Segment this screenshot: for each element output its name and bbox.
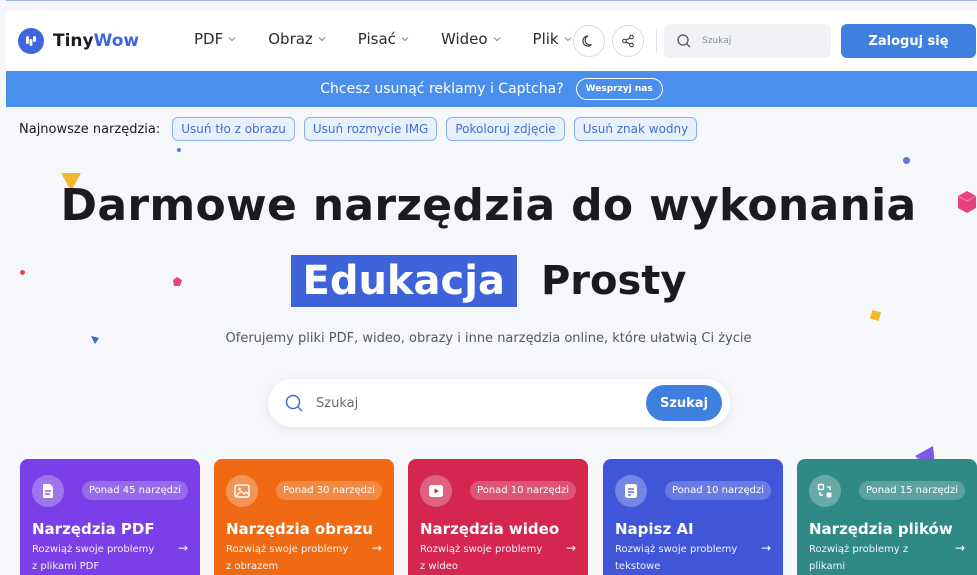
tool-card-video[interactable]: Ponad 10 narzędzi Narzędzia wideo Rozwią… (408, 459, 588, 575)
nav-file[interactable]: Plik (533, 30, 572, 48)
card-title: Narzędzia wideo (420, 520, 560, 538)
share-button[interactable] (612, 25, 644, 57)
promo-text: Chcesz usunąć reklamy i Captcha? (320, 81, 564, 97)
video-icon (420, 475, 452, 507)
hero-search-input[interactable]: Szukaj Szukaj (268, 379, 730, 427)
file-convert-icon (809, 475, 841, 507)
hero-title: Darmowe narzędzia do wykonania (60, 180, 917, 231)
decor-square (869, 309, 882, 322)
recent-tool-chip[interactable]: Usuń rozmycie IMG (303, 117, 438, 141)
top-border (6, 0, 977, 1)
card-description: Rozwiąż swoje problemy z wideo (420, 544, 543, 572)
arrow-right-icon: → (954, 541, 965, 555)
header-divider (656, 29, 657, 53)
promo-banner: Chcesz usunąć reklamy i Captcha? Wesprzy… (6, 71, 977, 107)
tool-card-image[interactable]: Ponad 30 narzędzi Narzędzia obrazu Rozwi… (214, 459, 394, 575)
search-icon (677, 34, 691, 48)
hero-subheadline: Edukacja Prosty (0, 255, 977, 307)
card-description: Rozwiąż swoje problemy z obrazem (226, 544, 349, 572)
tool-card-pdf[interactable]: Ponad 45 narzędzi Narzędzia PDF Rozwiąż … (20, 459, 200, 575)
login-button[interactable]: Zaloguj się (841, 24, 976, 58)
chevron-down-icon (564, 37, 571, 42)
card-badge: Ponad 10 narzędzi (469, 481, 576, 500)
card-description: Rozwiąż problemy z plikami (809, 544, 909, 572)
chevron-down-icon (401, 37, 409, 42)
card-title: Narzędzia plików (809, 520, 953, 538)
logo[interactable]: TinyWow (18, 28, 139, 54)
moon-icon (582, 35, 592, 47)
arrow-right-icon: → (760, 541, 771, 555)
recent-tool-chip[interactable]: Usuń znak wodny (573, 117, 698, 141)
chevron-down-icon (318, 37, 326, 42)
header-search-input[interactable]: Szukaj (664, 24, 831, 58)
card-badge: Ponad 10 narzędzi (664, 481, 771, 500)
recent-tool-chip[interactable]: Pokoloruj zdjęcie (446, 117, 565, 141)
hero-search-button[interactable]: Szukaj (646, 385, 722, 421)
hero-plain-word: Prosty (540, 258, 687, 304)
document-text-icon (615, 475, 647, 507)
chevron-down-icon (493, 37, 500, 42)
arrow-right-icon: → (371, 541, 382, 555)
recent-tools: Najnowsze narzędzia: Usuń tło z obrazu U… (19, 117, 706, 141)
search-icon (285, 394, 303, 412)
pdf-file-icon (32, 475, 64, 507)
card-badge: Ponad 45 narzędzi (81, 481, 188, 500)
nav-image[interactable]: Obraz (268, 30, 326, 48)
image-icon (226, 475, 258, 507)
arrow-right-icon: → (177, 541, 188, 555)
dark-mode-button[interactable] (573, 25, 605, 57)
hero-highlight-word: Edukacja (290, 255, 517, 307)
card-description: Rozwiąż swoje problemy z plikami PDF (32, 544, 155, 572)
nav-pdf[interactable]: PDF (194, 30, 236, 48)
decor-dot (903, 157, 910, 164)
tool-card-files[interactable]: Ponad 15 narzędzi Narzędzia plików Rozwi… (797, 459, 977, 575)
support-button[interactable]: Wesprzyj nas (575, 78, 663, 100)
main-nav: PDF Obraz Pisać Wideo Plik (194, 30, 604, 48)
recent-tool-chip[interactable]: Usuń tło z obrazu (172, 117, 295, 141)
hero-subtitle: Oferujemy pliki PDF, wideo, obrazy i inn… (225, 331, 752, 346)
nav-write[interactable]: Pisać (358, 30, 409, 48)
card-description: Rozwiąż swoje problemy tekstowe (615, 544, 738, 572)
chevron-down-icon (228, 37, 236, 42)
share-icon (622, 34, 634, 48)
tool-card-ai-write[interactable]: Ponad 10 narzędzi Napisz AI Rozwiąż swoj… (603, 459, 783, 575)
logo-text: TinyWow (53, 31, 140, 51)
card-title: Napisz AI (615, 520, 694, 538)
nav-video[interactable]: Wideo (441, 30, 501, 48)
card-badge: Ponad 15 narzędzi (858, 481, 965, 500)
arrow-right-icon: → (565, 541, 576, 555)
decor-dot (177, 148, 181, 152)
site-header: TinyWow PDF Obraz Pisać Wideo Plik Szuka… (6, 11, 977, 71)
recent-tools-label: Najnowsze narzędzia: (19, 121, 161, 137)
card-title: Narzędzia PDF (32, 520, 155, 538)
card-title: Narzędzia obrazu (226, 520, 373, 538)
logo-mark-icon (18, 28, 44, 54)
card-badge: Ponad 30 narzędzi (275, 481, 382, 500)
